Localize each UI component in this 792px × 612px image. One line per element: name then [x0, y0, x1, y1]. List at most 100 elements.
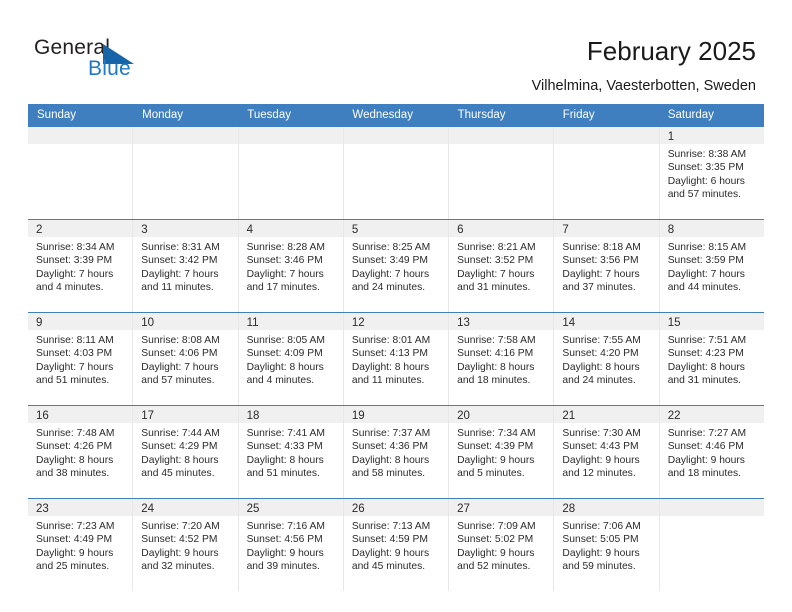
- day-cell[interactable]: 4 Sunrise: 8:28 AM Sunset: 3:46 PM Dayli…: [238, 220, 344, 312]
- page-header: General Blue February 2025 Vilhelmina, V…: [0, 0, 792, 100]
- daylight-text-line1: Daylight: 8 hours: [141, 454, 219, 466]
- day-cell[interactable]: [133, 127, 239, 219]
- day-info: Sunrise: 7:09 AM Sunset: 5:02 PM Dayligh…: [449, 516, 553, 574]
- sunset-text: Sunset: 4:39 PM: [457, 441, 534, 453]
- day-number: 17: [141, 410, 155, 422]
- day-cell[interactable]: 20 Sunrise: 7:34 AM Sunset: 4:39 PM Dayl…: [449, 406, 555, 498]
- day-cell[interactable]: 25 Sunrise: 7:16 AM Sunset: 4:56 PM Dayl…: [238, 499, 344, 591]
- sunrise-text: Sunrise: 7:41 AM: [246, 428, 325, 439]
- day-cell[interactable]: [28, 127, 134, 219]
- day-cell[interactable]: 13 Sunrise: 7:58 AM Sunset: 4:16 PM Dayl…: [449, 313, 555, 405]
- daylight-text-line2: and 12 minutes.: [562, 468, 636, 480]
- day-cell[interactable]: 16 Sunrise: 7:48 AM Sunset: 4:26 PM Dayl…: [28, 406, 134, 498]
- sunset-text: Sunset: 4:20 PM: [562, 348, 639, 360]
- day-cell[interactable]: 10 Sunrise: 8:08 AM Sunset: 4:06 PM Dayl…: [133, 313, 239, 405]
- day-cell[interactable]: 19 Sunrise: 7:37 AM Sunset: 4:36 PM Dayl…: [343, 406, 450, 498]
- daylight-text-line1: Daylight: 6 hours: [667, 175, 745, 187]
- daylight-text-line1: Daylight: 7 hours: [246, 268, 324, 280]
- day-cell[interactable]: [238, 127, 344, 219]
- day-cell[interactable]: 17 Sunrise: 7:44 AM Sunset: 4:29 PM Dayl…: [133, 406, 239, 498]
- day-number: 20: [457, 410, 470, 422]
- daylight-text-line2: and 11 minutes.: [351, 375, 425, 387]
- day-cell[interactable]: [449, 127, 555, 219]
- sunset-text: Sunset: 4:29 PM: [141, 441, 218, 453]
- sunset-text: Sunset: 3:42 PM: [141, 255, 218, 267]
- day-number-band: 24: [133, 499, 238, 516]
- day-info: Sunrise: 7:34 AM Sunset: 4:39 PM Dayligh…: [449, 423, 553, 481]
- sunrise-text: Sunrise: 8:05 AM: [246, 335, 325, 346]
- day-cell[interactable]: 23 Sunrise: 7:23 AM Sunset: 4:49 PM Dayl…: [28, 499, 134, 591]
- day-info: Sunrise: 8:01 AM Sunset: 4:13 PM Dayligh…: [344, 330, 448, 388]
- sunset-text: Sunset: 4:33 PM: [246, 441, 323, 453]
- sunrise-text: Sunrise: 8:34 AM: [36, 242, 115, 253]
- day-cell[interactable]: 27 Sunrise: 7:09 AM Sunset: 5:02 PM Dayl…: [449, 499, 555, 591]
- week-row: 23 Sunrise: 7:23 AM Sunset: 4:49 PM Dayl…: [28, 498, 764, 591]
- general-blue-logo[interactable]: General Blue: [34, 36, 214, 88]
- day-number-band: 10: [133, 313, 238, 330]
- sunrise-text: Sunrise: 7:06 AM: [562, 521, 641, 532]
- sunrise-text: Sunrise: 7:20 AM: [141, 521, 220, 532]
- day-number-band: 27: [449, 499, 554, 516]
- daylight-text-line1: Daylight: 7 hours: [457, 268, 535, 280]
- day-info: Sunrise: 8:28 AM Sunset: 3:46 PM Dayligh…: [239, 237, 343, 295]
- day-cell[interactable]: 18 Sunrise: 7:41 AM Sunset: 4:33 PM Dayl…: [238, 406, 344, 498]
- weekday-tuesday: Tuesday: [247, 109, 291, 121]
- day-number: 24: [141, 503, 155, 515]
- day-cell[interactable]: 26 Sunrise: 7:13 AM Sunset: 4:59 PM Dayl…: [343, 499, 450, 591]
- sunrise-text: Sunrise: 8:11 AM: [36, 335, 114, 346]
- day-cell[interactable]: 22 Sunrise: 7:27 AM Sunset: 4:46 PM Dayl…: [659, 406, 764, 498]
- day-info: Sunrise: 7:13 AM Sunset: 4:59 PM Dayligh…: [344, 516, 448, 574]
- day-cell[interactable]: 14 Sunrise: 7:55 AM Sunset: 4:20 PM Dayl…: [554, 313, 660, 405]
- logo-text-blue: Blue: [88, 57, 131, 80]
- daylight-text-line1: Daylight: 8 hours: [457, 361, 535, 373]
- day-cell[interactable]: 5 Sunrise: 8:25 AM Sunset: 3:49 PM Dayli…: [343, 220, 450, 312]
- day-cell[interactable]: [659, 499, 764, 591]
- day-info: Sunrise: 7:51 AM Sunset: 4:23 PM Dayligh…: [660, 330, 764, 388]
- daylight-text-line2: and 4 minutes.: [246, 375, 315, 387]
- daylight-text-line2: and 57 minutes.: [141, 375, 215, 387]
- sunrise-text: Sunrise: 7:30 AM: [562, 428, 641, 439]
- sunset-text: Sunset: 4:03 PM: [36, 348, 113, 360]
- day-cell[interactable]: 24 Sunrise: 7:20 AM Sunset: 4:52 PM Dayl…: [133, 499, 239, 591]
- day-info: Sunrise: 7:48 AM Sunset: 4:26 PM Dayligh…: [28, 423, 132, 481]
- daylight-text-line1: Daylight: 7 hours: [667, 268, 745, 280]
- day-number-band: [28, 127, 133, 144]
- day-cell[interactable]: 28 Sunrise: 7:06 AM Sunset: 5:05 PM Dayl…: [554, 499, 660, 591]
- day-cell[interactable]: 9 Sunrise: 8:11 AM Sunset: 4:03 PM Dayli…: [28, 313, 134, 405]
- day-number-band: 3: [133, 220, 238, 237]
- day-cell[interactable]: [554, 127, 660, 219]
- day-number-band: [343, 127, 449, 144]
- day-cell[interactable]: 2 Sunrise: 8:34 AM Sunset: 3:39 PM Dayli…: [28, 220, 134, 312]
- day-cell[interactable]: 12 Sunrise: 8:01 AM Sunset: 4:13 PM Dayl…: [343, 313, 450, 405]
- daylight-text-line1: Daylight: 9 hours: [246, 547, 324, 559]
- week-row: 1 Sunrise: 8:38 AM Sunset: 3:35 PM Dayli…: [28, 126, 764, 219]
- daylight-text-line2: and 59 minutes.: [562, 561, 636, 573]
- day-info: Sunrise: 7:37 AM Sunset: 4:36 PM Dayligh…: [344, 423, 448, 481]
- weekday-friday: Friday: [562, 109, 595, 121]
- day-cell[interactable]: 21 Sunrise: 7:30 AM Sunset: 4:43 PM Dayl…: [554, 406, 660, 498]
- day-cell[interactable]: 1 Sunrise: 8:38 AM Sunset: 3:35 PM Dayli…: [659, 127, 764, 219]
- sunrise-text: Sunrise: 7:48 AM: [36, 428, 115, 439]
- day-cell[interactable]: 8 Sunrise: 8:15 AM Sunset: 3:59 PM Dayli…: [659, 220, 764, 312]
- calendar-page: General Blue February 2025 Vilhelmina, V…: [0, 0, 792, 612]
- sunset-text: Sunset: 3:39 PM: [36, 255, 113, 267]
- daylight-text-line2: and 38 minutes.: [36, 468, 110, 480]
- sunrise-text: Sunrise: 8:01 AM: [351, 335, 431, 346]
- day-cell[interactable]: 7 Sunrise: 8:18 AM Sunset: 3:56 PM Dayli…: [554, 220, 660, 312]
- day-cell[interactable]: 15 Sunrise: 7:51 AM Sunset: 4:23 PM Dayl…: [659, 313, 764, 405]
- sunrise-text: Sunrise: 8:25 AM: [351, 242, 431, 253]
- daylight-text-line2: and 32 minutes.: [141, 561, 215, 573]
- day-number-band: [449, 127, 554, 144]
- daylight-text-line1: Daylight: 8 hours: [667, 361, 745, 373]
- daylight-text-line1: Daylight: 9 hours: [667, 454, 745, 466]
- day-cell[interactable]: [343, 127, 450, 219]
- daylight-text-line2: and 57 minutes.: [667, 189, 741, 201]
- day-cell[interactable]: 11 Sunrise: 8:05 AM Sunset: 4:09 PM Dayl…: [238, 313, 344, 405]
- day-number-band: [659, 499, 764, 516]
- weekday-monday: Monday: [142, 109, 184, 121]
- day-cell[interactable]: 6 Sunrise: 8:21 AM Sunset: 3:52 PM Dayli…: [449, 220, 555, 312]
- day-cell[interactable]: 3 Sunrise: 8:31 AM Sunset: 3:42 PM Dayli…: [133, 220, 239, 312]
- sunset-text: Sunset: 4:49 PM: [36, 534, 113, 546]
- day-number: 12: [351, 317, 365, 329]
- day-number: 28: [562, 503, 576, 515]
